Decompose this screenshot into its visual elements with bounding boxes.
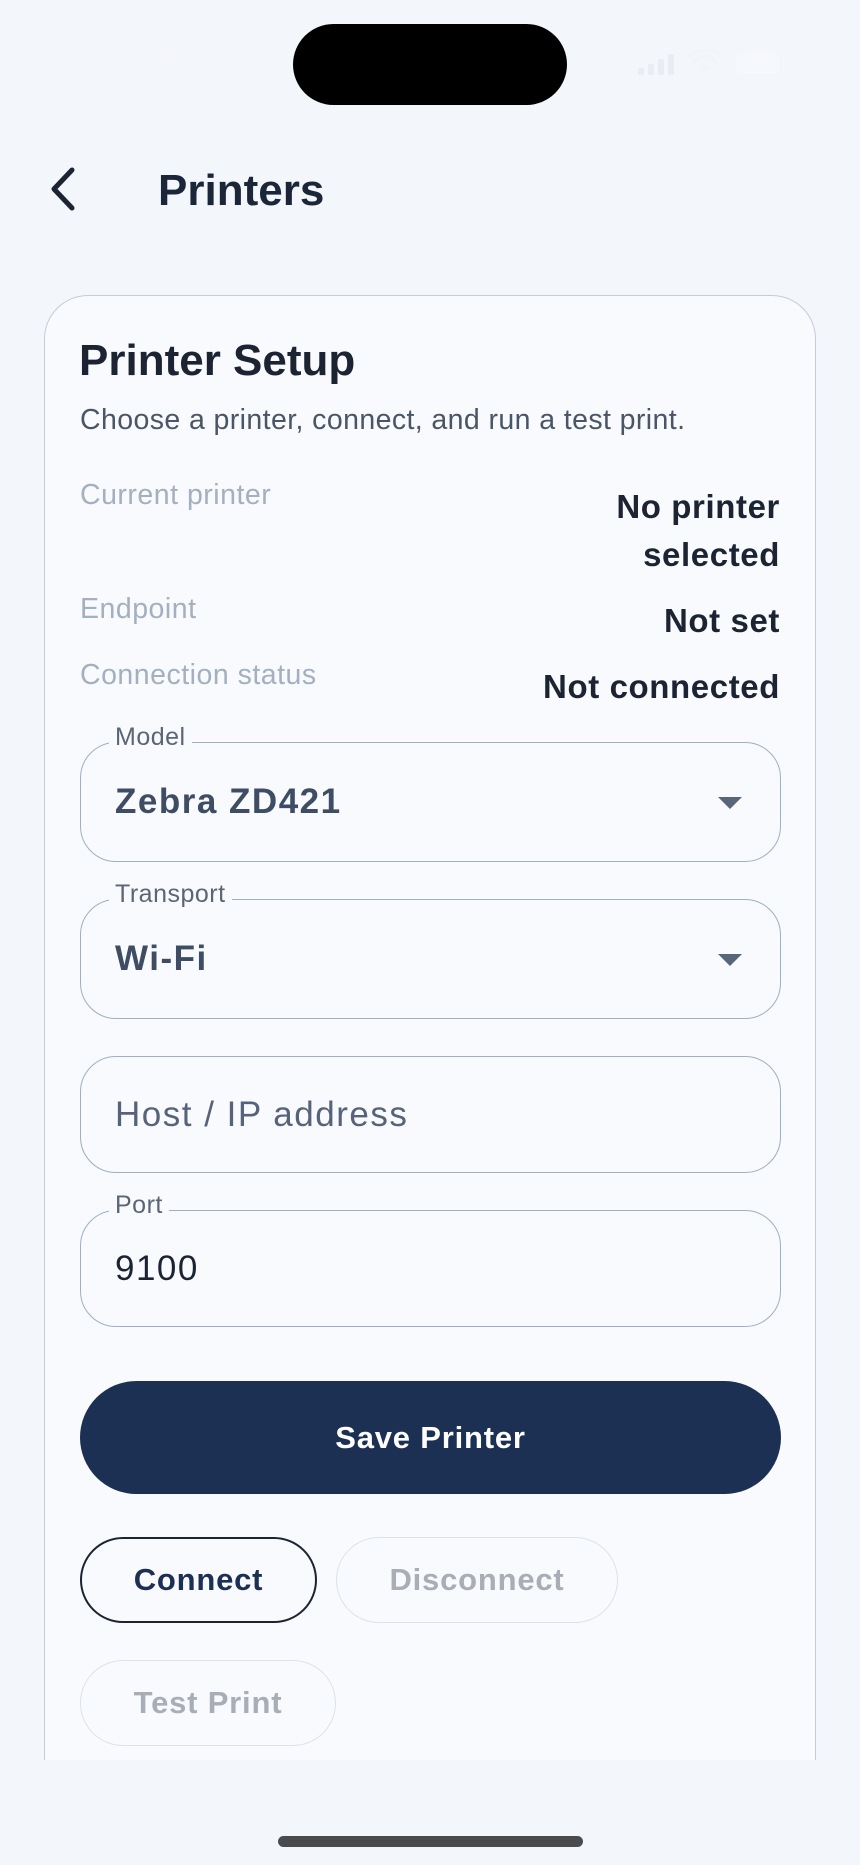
info-label: Current printer [80, 479, 272, 511]
transport-value: Wi-Fi [115, 939, 208, 978]
model-value: Zebra ZD421 [115, 782, 342, 821]
port-input[interactable]: Port 9100 [80, 1191, 781, 1327]
card-title: Printer Setup [79, 336, 356, 385]
status-bar: 21:32 [0, 0, 860, 120]
disconnect-button[interactable]: Disconnect [336, 1537, 618, 1623]
info-value-line: selected [643, 536, 780, 573]
status-time: 21:32 [108, 44, 198, 82]
dynamic-island [293, 24, 567, 105]
info-label: Connection status [80, 659, 317, 691]
test-print-button[interactable]: Test Print [80, 1660, 336, 1746]
dropdown-arrow-icon [718, 954, 742, 966]
cellular-signal-icon [638, 51, 674, 75]
host-placeholder: Host / IP address [115, 1094, 409, 1134]
home-indicator[interactable] [278, 1836, 583, 1847]
host-input[interactable]: Host / IP address [80, 1056, 781, 1173]
printer-setup-card: Printer Setup Choose a printer, connect,… [44, 295, 816, 1760]
info-value: No printer selected [616, 483, 780, 579]
navigation-bar: Printers [0, 150, 860, 230]
wifi-icon [688, 50, 722, 74]
battery-icon [736, 52, 785, 74]
card-subtitle: Choose a printer, connect, and run a tes… [80, 404, 686, 436]
page-title: Printers [158, 166, 325, 215]
dropdown-arrow-icon [718, 797, 742, 809]
info-value: Not connected [543, 668, 780, 705]
model-select[interactable]: Model Zebra ZD421 [80, 723, 781, 862]
transport-select[interactable]: Transport Wi-Fi [80, 880, 781, 1019]
info-label: Endpoint [80, 593, 197, 625]
connect-button[interactable]: Connect [80, 1537, 317, 1623]
status-icons [638, 50, 785, 76]
back-button[interactable] [40, 164, 84, 214]
info-value: Not set [663, 602, 780, 639]
save-printer-button[interactable]: Save Printer [80, 1381, 781, 1494]
info-value-line: No printer [616, 488, 780, 525]
port-value: 9100 [115, 1248, 199, 1288]
chevron-left-icon [51, 167, 75, 211]
